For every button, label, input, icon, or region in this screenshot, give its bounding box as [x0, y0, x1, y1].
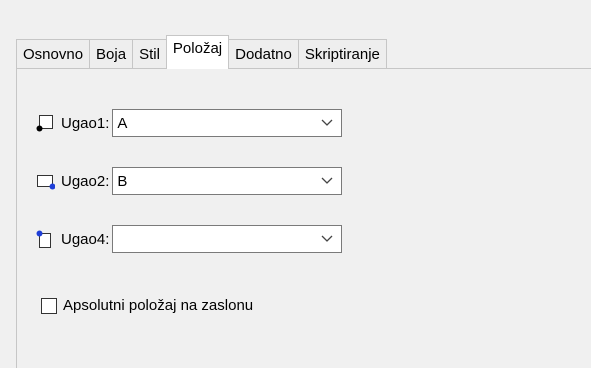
corner2-value: B [117, 172, 128, 190]
corner-bottom-left-icon [36, 115, 53, 132]
tab-stil[interactable]: Stil [132, 39, 167, 69]
corner1-select[interactable]: A [112, 109, 343, 137]
tab-osnovno[interactable]: Osnovno [16, 39, 91, 69]
corner4-row: Ugao4: [35, 225, 343, 253]
corner2-label: Ugao2: [61, 172, 110, 190]
corner4-label: Ugao4: [61, 230, 110, 248]
corner2-select[interactable]: B [112, 167, 343, 195]
tab-boja[interactable]: Boja [89, 39, 134, 69]
corner-bottom-right-icon [37, 175, 55, 190]
absolute-position-row[interactable]: Apsolutni položaj na zaslonu [41, 297, 253, 314]
tab-dodatno[interactable]: Dodatno [228, 39, 299, 69]
corner-top-left-icon [36, 230, 51, 248]
corner1-row: Ugao1: A [35, 109, 343, 137]
chevron-down-icon [321, 119, 333, 126]
corner1-label: Ugao1: [61, 114, 110, 132]
corner4-select[interactable] [112, 225, 343, 253]
tab-polozaj[interactable]: Položaj [165, 35, 230, 69]
position-panel: Ugao1: A Ugao2: B Ugao4: Apsolutni polož… [16, 68, 591, 368]
chevron-down-icon [321, 177, 333, 184]
corner1-value: A [117, 114, 128, 132]
tab-bar: Osnovno Boja Stil Položaj Dodatno Skript… [16, 35, 387, 69]
tab-skriptiranje[interactable]: Skriptiranje [297, 39, 387, 69]
absolute-position-checkbox[interactable] [41, 297, 57, 314]
chevron-down-icon [321, 235, 333, 242]
corner2-row: Ugao2: B [35, 167, 343, 195]
absolute-position-label: Apsolutni položaj na zaslonu [63, 297, 254, 314]
